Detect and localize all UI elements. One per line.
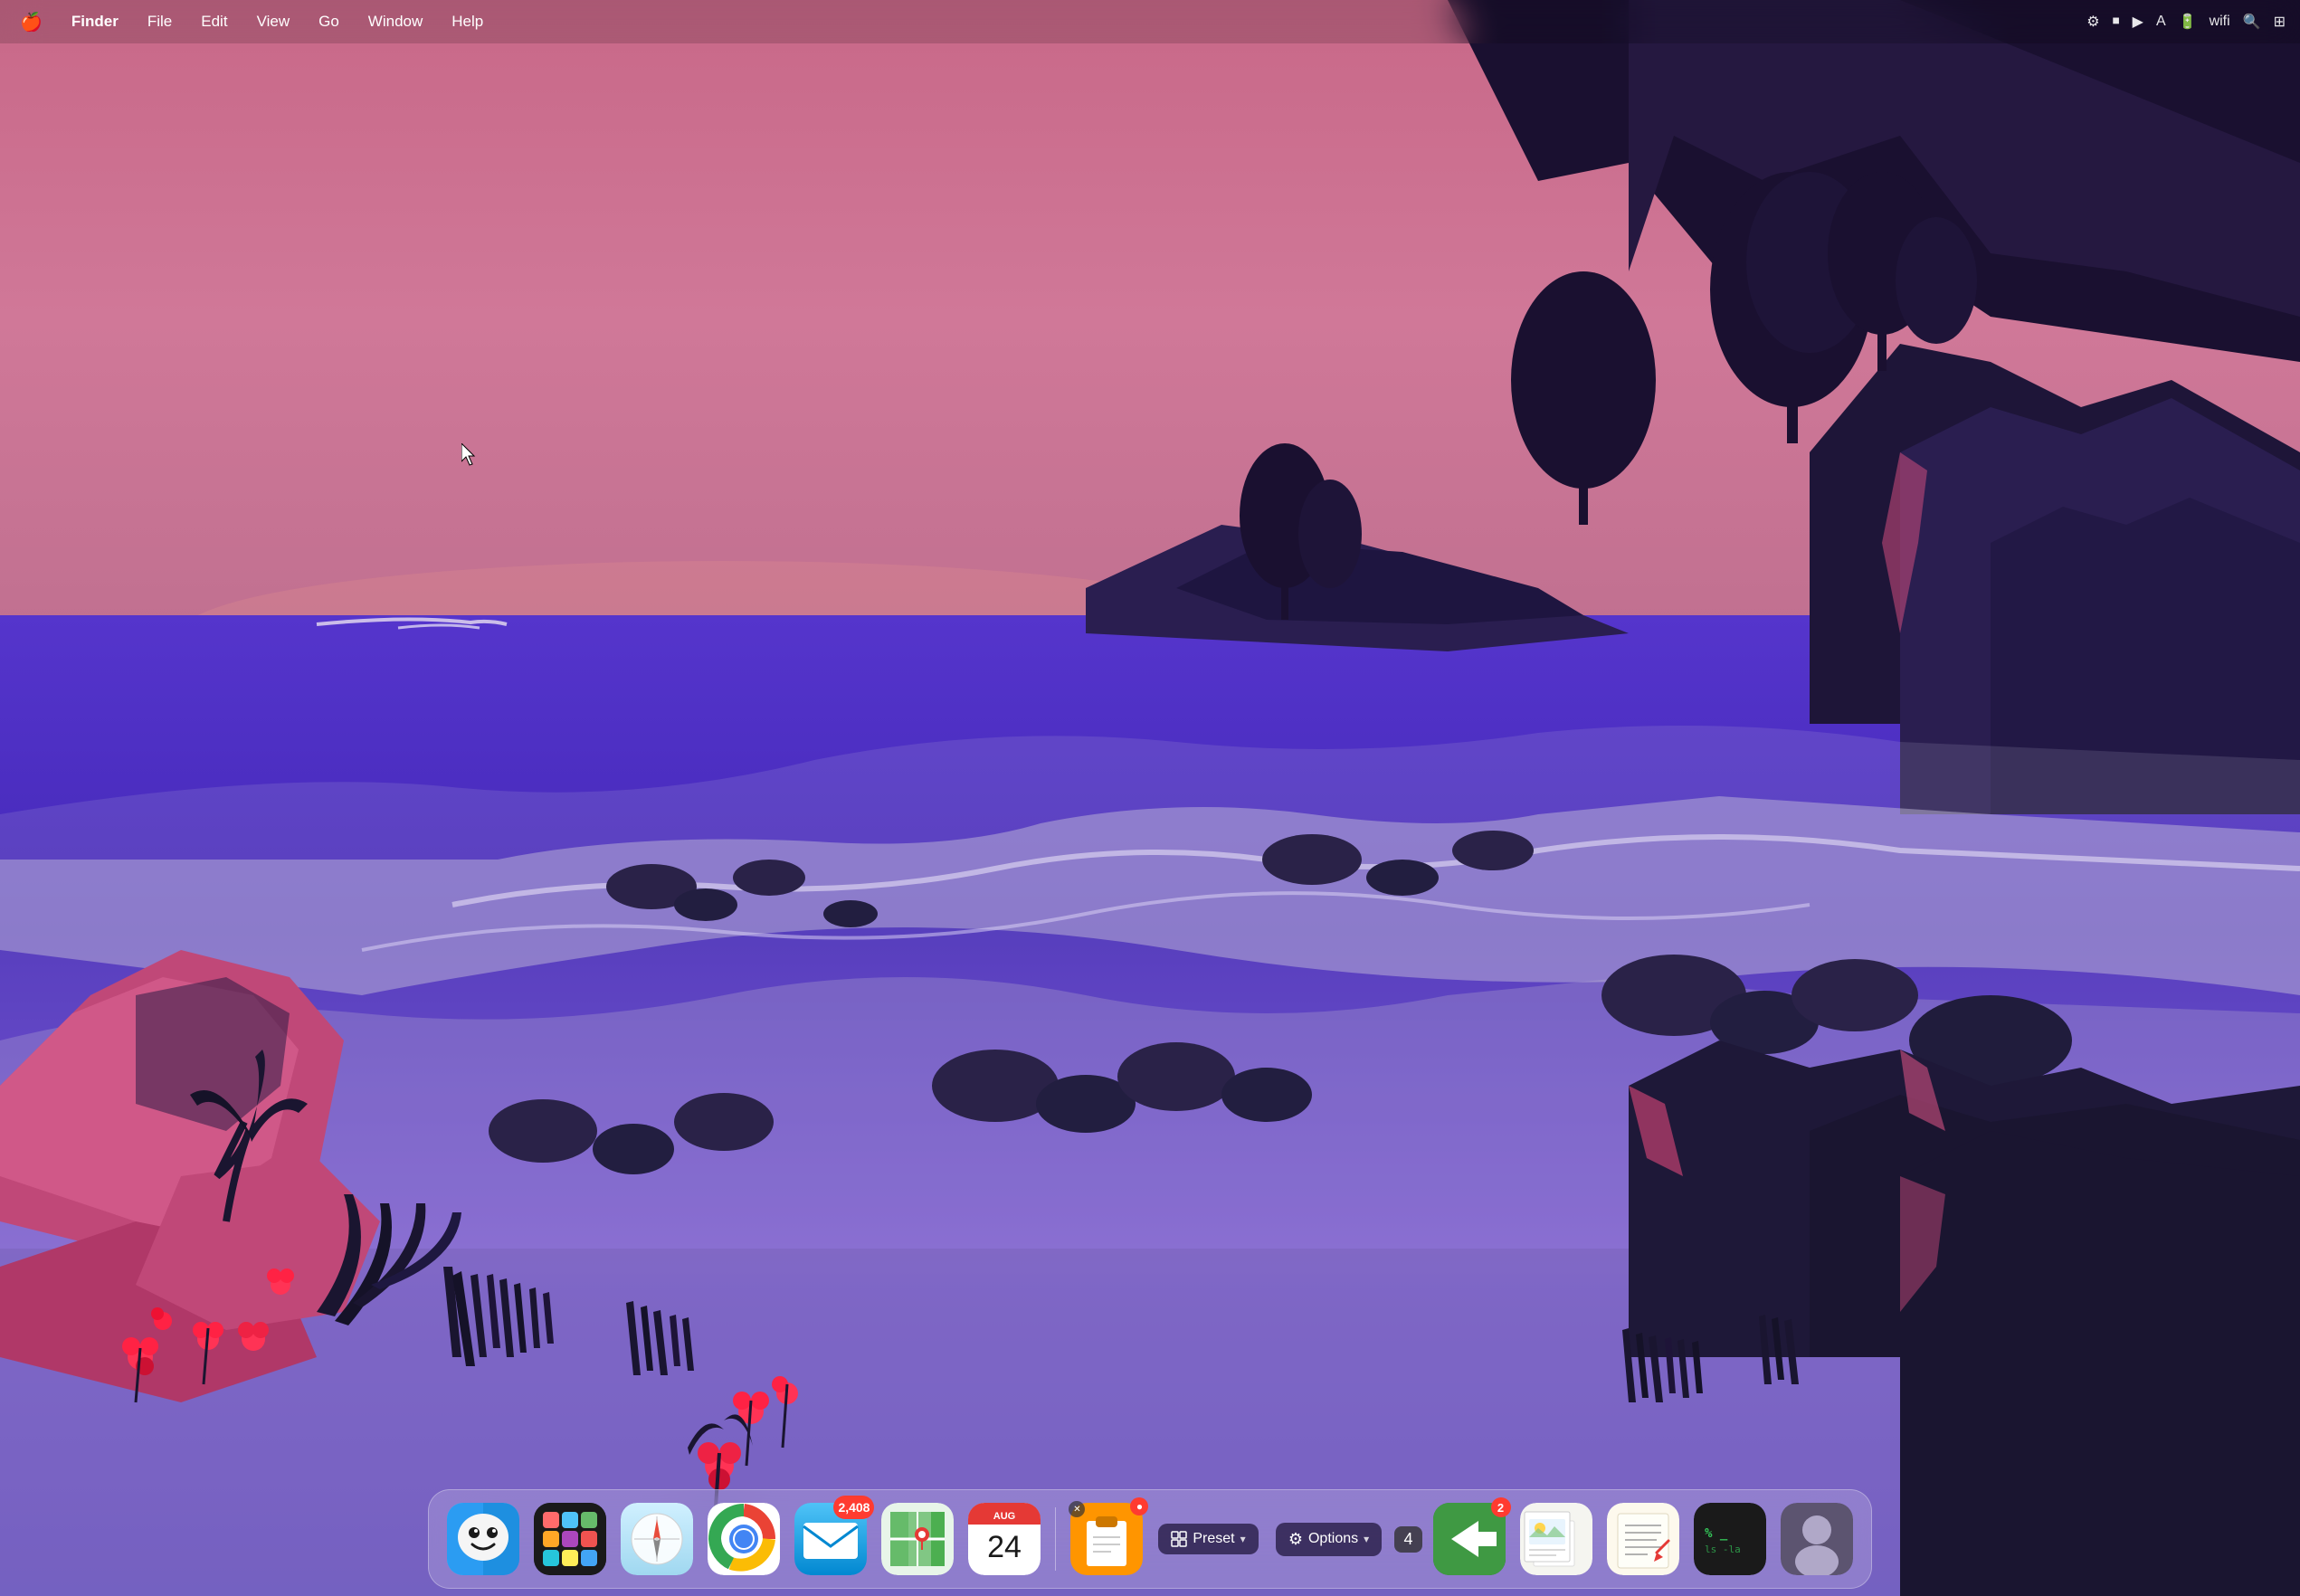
calendar-icon: AUG 24	[968, 1503, 1041, 1575]
dock-container: 2,408	[0, 1469, 2300, 1596]
finder-icon	[447, 1503, 519, 1575]
options-gear-icon: ⚙	[1288, 1530, 1303, 1549]
maps-icon	[881, 1503, 954, 1575]
terminal-icon: % _ ls -la	[1694, 1503, 1766, 1575]
dock-item-preset[interactable]: Preset ▾	[1154, 1499, 1262, 1579]
menubar-right: ⚙ ⏹ ▶ A 🔋 wifi 🔍 ⊞	[2086, 13, 2286, 31]
desktop: 🍎 Finder File Edit View Go Window Help ⚙…	[0, 0, 2300, 1596]
file-menu[interactable]: File	[142, 11, 177, 33]
dock-item-clipboard[interactable]: ● ✕	[1067, 1499, 1146, 1579]
dock-item-textedit[interactable]	[1603, 1499, 1683, 1579]
search-icon[interactable]: 🔍	[2243, 13, 2261, 31]
svg-text:AUG: AUG	[993, 1511, 1015, 1522]
clipboard-close[interactable]: ✕	[1073, 1505, 1080, 1515]
svg-text:% _: % _	[1705, 1526, 1728, 1541]
menubar-left: 🍎 Finder File Edit View Go Window Help	[14, 9, 489, 35]
view-menu[interactable]: View	[252, 11, 296, 33]
dock-item-arrow[interactable]: 2	[1430, 1499, 1509, 1579]
options-chevron: ▾	[1364, 1533, 1369, 1545]
play-icon[interactable]: ▶	[2133, 13, 2143, 31]
dock-item-safari[interactable]	[617, 1499, 697, 1579]
apple-menu[interactable]: 🍎	[14, 9, 48, 35]
preset-icon	[1171, 1531, 1187, 1547]
chrome-icon	[708, 1503, 780, 1575]
edit-menu[interactable]: Edit	[195, 11, 233, 33]
dock-item-options[interactable]: ⚙ Options ▾	[1269, 1499, 1387, 1579]
options-label: Options	[1308, 1531, 1358, 1547]
svg-text:ls -la: ls -la	[1705, 1544, 1741, 1555]
font-icon[interactable]: A	[2156, 14, 2166, 30]
control-center-icon[interactable]: ⊞	[2274, 13, 2286, 31]
dock-item-number[interactable]: 4	[1394, 1499, 1421, 1579]
dock-item-maps[interactable]	[878, 1499, 957, 1579]
extensions-icon[interactable]: ⚙	[2086, 13, 2099, 31]
preset-chevron: ▾	[1240, 1533, 1246, 1545]
help-menu[interactable]: Help	[446, 11, 489, 33]
preset-label: Preset	[1193, 1531, 1234, 1547]
textedit-icon	[1607, 1503, 1679, 1575]
profile-icon	[1781, 1503, 1853, 1575]
dock-item-chrome[interactable]	[704, 1499, 784, 1579]
window-menu[interactable]: Window	[363, 11, 428, 33]
dock-item-preview[interactable]	[1516, 1499, 1596, 1579]
go-menu[interactable]: Go	[313, 11, 345, 33]
menubar: 🍎 Finder File Edit View Go Window Help ⚙…	[0, 0, 2300, 43]
app-name-menu[interactable]: Finder	[66, 11, 124, 33]
dock: 2,408	[428, 1489, 1871, 1589]
preview-icon	[1520, 1503, 1592, 1575]
clipboard-badge: ●	[1136, 1500, 1143, 1513]
wifi-icon[interactable]: wifi	[2210, 14, 2230, 30]
dock-item-terminal[interactable]: % _ ls -la	[1690, 1499, 1770, 1579]
svg-text:24: 24	[988, 1530, 1022, 1564]
arrow-badge: 2	[1497, 1501, 1504, 1515]
dock-separator	[1055, 1507, 1056, 1571]
wallpaper-scene	[0, 0, 2300, 1596]
battery-icon[interactable]: 🔋	[2179, 13, 2197, 31]
dock-item-calendar[interactable]: AUG 24	[965, 1499, 1044, 1579]
dock-item-profile[interactable]	[1777, 1499, 1857, 1579]
stop-icon[interactable]: ⏹	[2113, 14, 2120, 30]
launchpad-icon	[534, 1503, 606, 1575]
dock-item-finder[interactable]	[443, 1499, 523, 1579]
number-badge: 4	[1394, 1526, 1421, 1553]
safari-icon	[621, 1503, 693, 1575]
dock-item-mail[interactable]: 2,408	[791, 1499, 870, 1579]
dock-item-launchpad[interactable]	[530, 1499, 610, 1579]
mail-badge: 2,408	[833, 1496, 874, 1519]
